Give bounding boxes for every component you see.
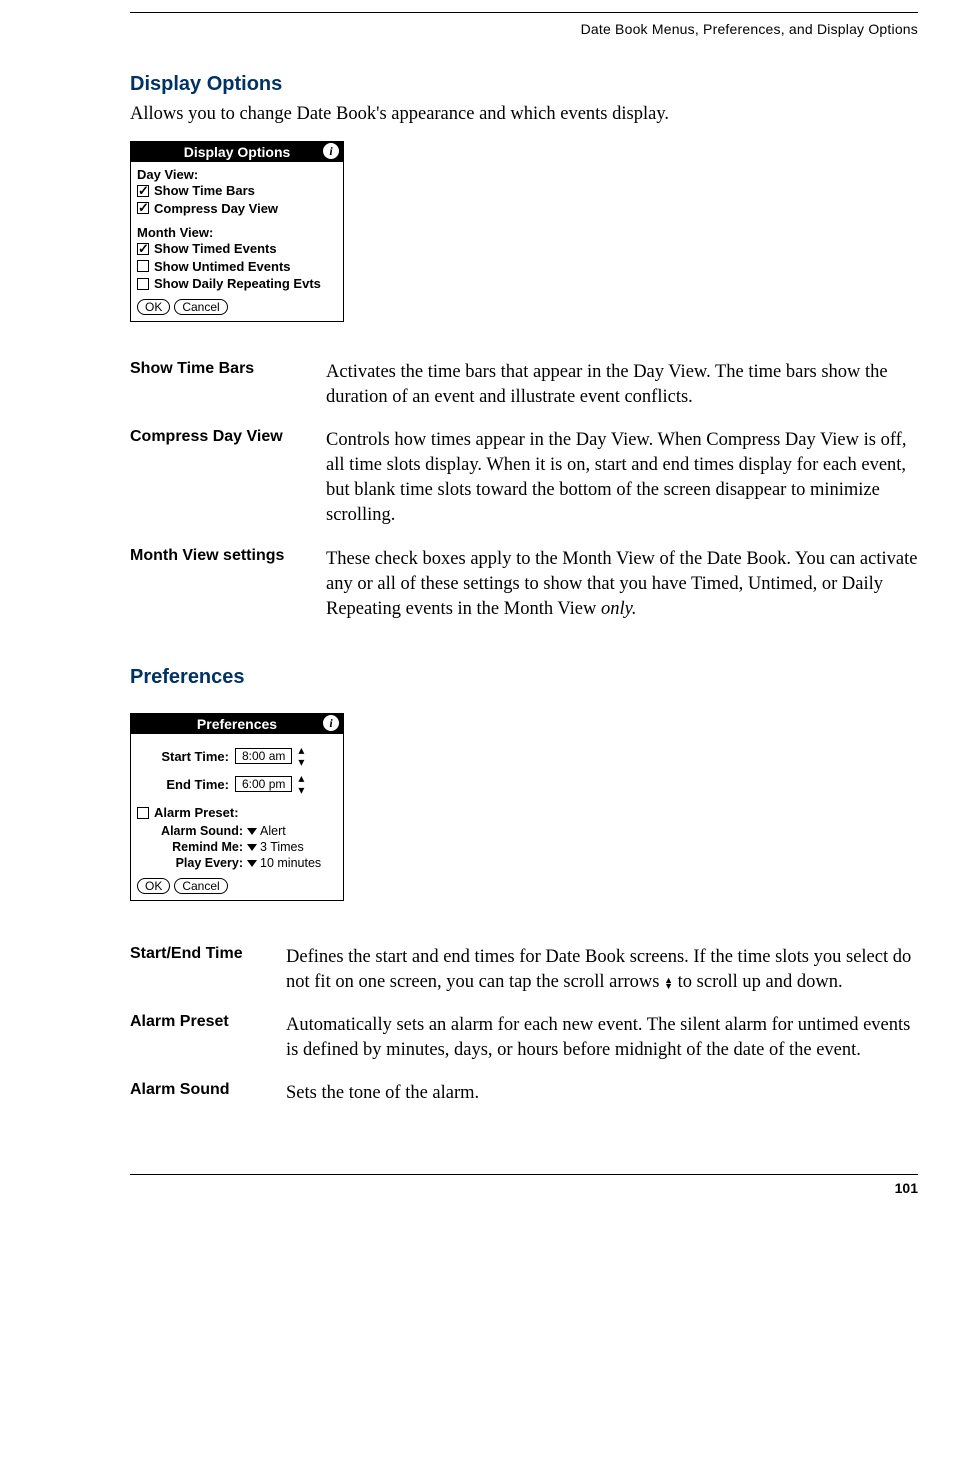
checkbox-icon: [137, 278, 149, 290]
checkbox-row-show-untimed: Show Untimed Events: [137, 258, 337, 276]
checkbox-icon: [137, 807, 149, 819]
dropdown-alarm-sound: Alert: [247, 824, 286, 838]
figure-preferences-dialog: Preferences i Start Time: 8:00 am ▴▾ End…: [130, 713, 344, 901]
row-remind-me: Remind Me: 3 Times: [137, 840, 337, 854]
row-play-every: Play Every: 10 minutes: [137, 856, 337, 870]
checkbox-icon: [137, 202, 149, 214]
dialog-title: Display Options: [184, 144, 291, 160]
checkbox-icon: [137, 185, 149, 197]
checkbox-icon: [137, 243, 149, 255]
row-start-time: Start Time: 8:00 am ▴▾: [137, 744, 337, 768]
row-end-time: End Time: 6:00 pm ▴▾: [137, 772, 337, 796]
definition-list-preferences: Start/End Time Defines the start and end…: [130, 927, 918, 1125]
chevron-down-icon: [247, 844, 257, 851]
term-alarm-preset: Alarm Preset: [130, 1013, 286, 1063]
checkbox-label: Show Time Bars: [154, 182, 255, 200]
desc-start-end-time: Defines the start and end times for Date…: [286, 945, 918, 995]
value-end-time: 6:00 pm: [235, 776, 292, 792]
checkbox-icon: [137, 260, 149, 272]
label-end-time: End Time:: [137, 777, 235, 792]
dropdown-play-every: 10 minutes: [247, 856, 321, 870]
checkbox-label: Show Untimed Events: [154, 258, 291, 276]
ok-button: OK: [137, 878, 170, 894]
value-start-time: 8:00 am: [235, 748, 292, 764]
figure-display-options-dialog: Display Options i Day View: Show Time Ba…: [130, 141, 344, 322]
checkbox-row-show-repeating: Show Daily Repeating Evts: [137, 275, 337, 293]
section-label-month-view: Month View:: [137, 225, 337, 240]
term-month-view-settings: Month View settings: [130, 547, 326, 622]
definition-list-display-options: Show Time Bars Activates the time bars t…: [130, 342, 918, 640]
scroll-arrows-icon: ▲▼: [664, 977, 673, 989]
heading-preferences: Preferences: [130, 666, 918, 689]
checkbox-label: Show Daily Repeating Evts: [154, 275, 321, 293]
checkbox-row-alarm-preset: Alarm Preset:: [137, 804, 337, 822]
desc-month-view-settings: These check boxes apply to the Month Vie…: [326, 547, 918, 622]
cancel-button: Cancel: [174, 878, 227, 894]
label-start-time: Start Time:: [137, 749, 235, 764]
ok-button: OK: [137, 299, 170, 315]
cancel-button: Cancel: [174, 299, 227, 315]
chevron-down-icon: [247, 828, 257, 835]
label-alarm-preset: Alarm Preset:: [154, 804, 239, 822]
term-start-end-time: Start/End Time: [130, 945, 286, 995]
checkbox-label: Compress Day View: [154, 200, 278, 218]
intro-text: Allows you to change Date Book's appeara…: [130, 102, 918, 127]
dialog-title: Preferences: [197, 716, 277, 732]
desc-show-time-bars: Activates the time bars that appear in t…: [326, 360, 918, 410]
desc-alarm-preset: Automatically sets an alarm for each new…: [286, 1013, 918, 1063]
desc-compress-day-view: Controls how times appear in the Day Vie…: [326, 428, 918, 529]
running-head: Date Book Menus, Preferences, and Displa…: [130, 21, 918, 37]
label-play-every: Play Every:: [137, 856, 247, 870]
desc-alarm-sound: Sets the tone of the alarm.: [286, 1081, 918, 1106]
checkbox-row-compress-day-view: Compress Day View: [137, 200, 337, 218]
page-number: 101: [895, 1180, 918, 1196]
info-icon: i: [323, 143, 339, 159]
label-alarm-sound: Alarm Sound:: [137, 824, 247, 838]
label-remind-me: Remind Me:: [137, 840, 247, 854]
heading-display-options: Display Options: [130, 73, 918, 96]
page-footer: 101: [130, 1174, 918, 1196]
spinner-icon: ▴▾: [298, 744, 304, 768]
chevron-down-icon: [247, 860, 257, 867]
section-label-day-view: Day View:: [137, 167, 337, 182]
checkbox-label: Show Timed Events: [154, 240, 277, 258]
dialog-titlebar: Preferences i: [131, 714, 343, 734]
info-icon: i: [323, 715, 339, 731]
checkbox-row-show-time-bars: Show Time Bars: [137, 182, 337, 200]
dialog-titlebar: Display Options i: [131, 142, 343, 162]
term-show-time-bars: Show Time Bars: [130, 360, 326, 410]
checkbox-row-show-timed: Show Timed Events: [137, 240, 337, 258]
term-alarm-sound: Alarm Sound: [130, 1081, 286, 1106]
spinner-icon: ▴▾: [298, 772, 304, 796]
term-compress-day-view: Compress Day View: [130, 428, 326, 529]
row-alarm-sound: Alarm Sound: Alert: [137, 824, 337, 838]
dropdown-remind-me: 3 Times: [247, 840, 304, 854]
